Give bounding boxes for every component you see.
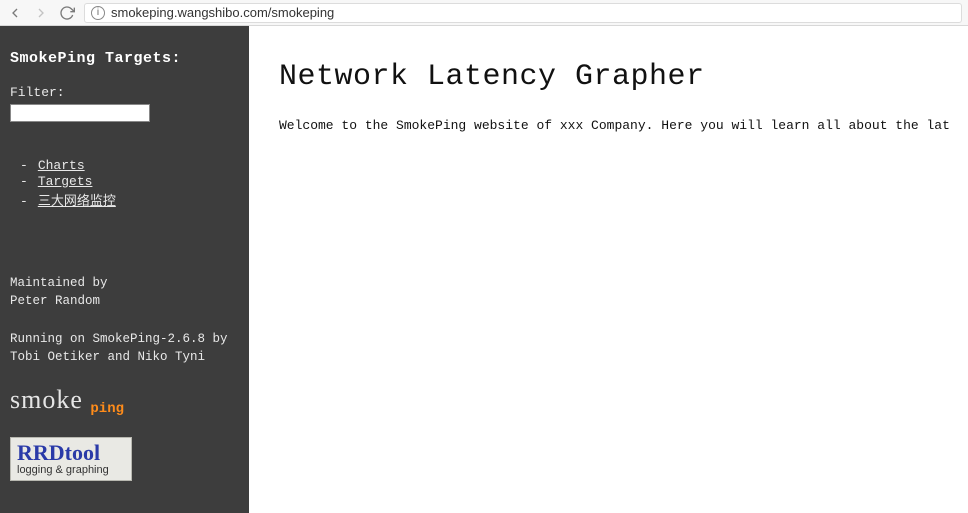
nav-link[interactable]: 三大网络监控 [38,194,116,209]
site-info-icon[interactable]: i [91,6,105,20]
maintainer-name: Peter Random [10,293,239,310]
browser-toolbar: i smokeping.wangshibo.com/smokeping [0,0,968,26]
smokeping-logo[interactable]: smoke ping [10,385,122,415]
sidebar-footer: Maintained by Peter Random Running on Sm… [10,275,239,367]
bullet-icon: - [20,174,28,189]
nav-item-charts[interactable]: -Charts [20,158,239,173]
authors-label: Tobi Oetiker and Niko Tyni [10,349,239,366]
rrdtool-logo-title: RRDtool [17,442,125,464]
sidebar: SmokePing Targets: Filter: -Charts -Targ… [0,26,249,513]
page-title: Network Latency Grapher [279,60,968,94]
running-on-label: Running on SmokePing-2.6.8 by [10,331,239,348]
maintained-by-label: Maintained by [10,275,239,292]
filter-label: Filter: [10,85,239,100]
nav-link[interactable]: Charts [38,158,85,173]
rrdtool-logo[interactable]: RRDtool logging & graphing [10,437,132,481]
forward-button[interactable] [32,4,50,22]
nav-list: -Charts -Targets -三大网络监控 [20,158,239,210]
nav-item-targets[interactable]: -Targets [20,174,239,189]
bullet-icon: - [20,194,28,209]
logo-ping-text: ping [90,401,124,417]
sidebar-title: SmokePing Targets: [10,50,239,67]
bullet-icon: - [20,158,28,173]
nav-item-three-networks[interactable]: -三大网络监控 [20,190,239,209]
logo-smoke-text: smoke [10,385,83,414]
rrdtool-logo-subtitle: logging & graphing [17,465,125,476]
url-text: smokeping.wangshibo.com/smokeping [111,5,334,20]
address-bar[interactable]: i smokeping.wangshibo.com/smokeping [84,3,962,23]
back-button[interactable] [6,4,24,22]
nav-link[interactable]: Targets [38,174,93,189]
page-body: SmokePing Targets: Filter: -Charts -Targ… [0,26,968,513]
welcome-text: Welcome to the SmokePing website of xxx … [279,118,968,133]
filter-input[interactable] [10,104,150,122]
main-content: Network Latency Grapher Welcome to the S… [249,26,968,513]
reload-button[interactable] [58,4,76,22]
